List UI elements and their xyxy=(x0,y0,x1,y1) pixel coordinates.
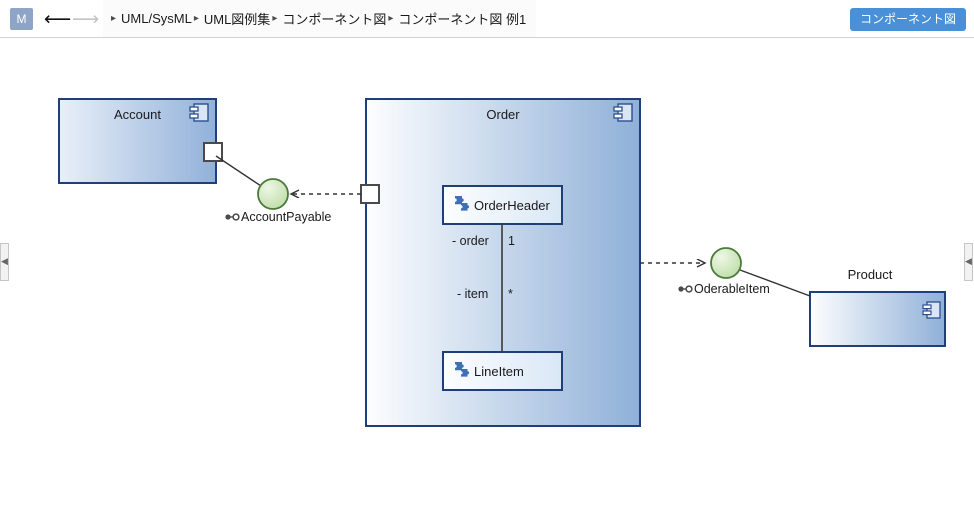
association-role-source: - order xyxy=(452,234,489,248)
collapse-right-panel-handle[interactable]: ◀ xyxy=(964,243,973,281)
lollipop-icon xyxy=(225,213,240,221)
collapse-left-panel-handle[interactable]: ◀ xyxy=(0,243,9,281)
breadcrumb: ▸ UML/SysML ▸ UML図例集 ▸ コンポーネント図 ▸ コンポーネン… xyxy=(103,0,537,37)
breadcrumb-separator-icon: ▸ xyxy=(272,12,278,24)
app-logo[interactable]: M xyxy=(10,8,33,30)
association-multiplicity-source: 1 xyxy=(508,234,515,248)
breadcrumb-item-1[interactable]: UML/SysML xyxy=(121,11,192,26)
inner-component-label-lineitem: LineItem xyxy=(474,364,524,379)
breadcrumb-separator-icon: ▸ xyxy=(111,12,117,24)
component-title-product: Product xyxy=(847,267,893,282)
diagram-canvas[interactable]: Account Order Product OrderHeader LineIt… xyxy=(0,38,974,506)
diagram-type-button[interactable]: コンポーネント図 xyxy=(849,8,966,31)
breadcrumb-separator-icon: ▸ xyxy=(388,12,394,24)
component-title-order: Order xyxy=(486,107,520,122)
top-bar: M ⟵ ⟶ ▸ UML/SysML ▸ UML図例集 ▸ コンポーネント図 ▸ … xyxy=(0,0,974,38)
chevron-left-icon: ◀ xyxy=(1,257,8,267)
component-product[interactable] xyxy=(809,291,946,347)
inner-component-label-orderheader: OrderHeader xyxy=(474,198,550,213)
back-button[interactable]: ⟵ xyxy=(44,8,71,30)
breadcrumb-item-2[interactable]: UML図例集 xyxy=(204,9,270,28)
breadcrumb-item-3[interactable]: コンポーネント図 xyxy=(282,9,386,28)
port-order-left[interactable] xyxy=(360,184,380,204)
interface-label-oderableitem: OderableItem xyxy=(694,282,770,296)
association-role-target: - item xyxy=(457,287,489,301)
component-title-account: Account xyxy=(114,107,161,122)
chevron-left-icon: ◀ xyxy=(965,257,972,267)
association-multiplicity-target: * xyxy=(508,287,513,301)
lollipop-icon xyxy=(678,285,693,293)
interface-label-accountpayable: AccountPayable xyxy=(241,210,332,224)
interface-accountpayable[interactable] xyxy=(215,155,361,210)
breadcrumb-item-4[interactable]: コンポーネント図 例1 xyxy=(398,9,526,28)
breadcrumb-separator-icon: ▸ xyxy=(193,12,199,24)
forward-button[interactable]: ⟶ xyxy=(72,8,99,30)
